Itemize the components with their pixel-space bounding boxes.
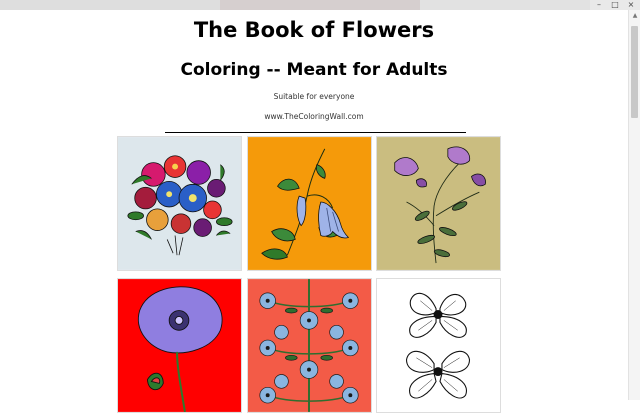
top-strip-segment xyxy=(220,0,420,10)
scroll-up-arrow-icon[interactable]: ▲ xyxy=(630,11,640,21)
tagline: Suitable for everyone xyxy=(273,92,355,101)
page-content: The Book of Flowers Coloring -- Meant fo… xyxy=(0,10,628,413)
window-controls: – □ × xyxy=(594,0,636,10)
website-link[interactable]: www.TheColoringWall.com xyxy=(0,112,628,121)
browser-top-strip: – □ × xyxy=(0,0,640,10)
flower-tile-bellflower[interactable] xyxy=(247,136,372,271)
flower-tile-pattern[interactable] xyxy=(247,278,372,413)
dogwood-image xyxy=(377,279,500,412)
bellflower-image xyxy=(248,137,371,270)
vertical-scrollbar[interactable]: ▲ xyxy=(628,10,640,400)
flower-tile-bouquet[interactable] xyxy=(117,136,242,271)
pattern-image xyxy=(248,279,371,412)
flower-tile-poppy[interactable] xyxy=(117,278,242,413)
maximize-button[interactable]: □ xyxy=(610,0,620,9)
divider xyxy=(165,132,466,133)
page-subtitle: Coloring -- Meant for Adults xyxy=(180,60,448,80)
scroll-thumb[interactable] xyxy=(631,26,638,118)
minimize-button[interactable]: – xyxy=(594,0,604,9)
wild-rose-image xyxy=(377,137,500,270)
bouquet-image xyxy=(118,137,241,270)
flower-tile-wild-rose[interactable] xyxy=(376,136,501,271)
close-button[interactable]: × xyxy=(626,0,636,9)
flower-tile-dogwood[interactable] xyxy=(376,278,501,413)
poppy-image xyxy=(118,279,241,412)
page-title: The Book of Flowers xyxy=(193,18,435,42)
top-strip-segment xyxy=(0,0,220,10)
top-strip-segment xyxy=(420,0,590,10)
